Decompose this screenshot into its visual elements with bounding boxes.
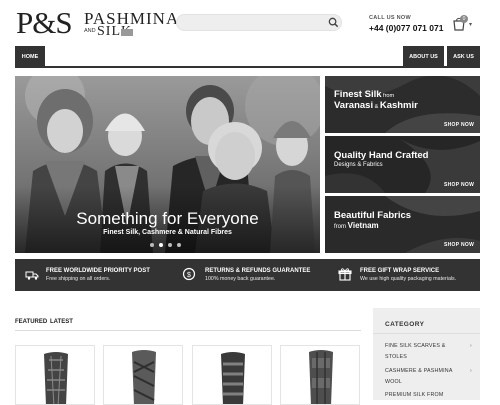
category-divider xyxy=(373,333,480,334)
nav-ask-us[interactable]: ASK US xyxy=(447,46,480,68)
product-card[interactable] xyxy=(15,345,95,405)
promo-from: from xyxy=(334,224,346,230)
feature-title: FREE GIFT WRAP SERVICE xyxy=(360,268,440,274)
product-card[interactable] xyxy=(103,345,183,405)
slider-dot[interactable] xyxy=(150,243,154,247)
chevron-down-icon[interactable]: ▾ xyxy=(469,21,472,28)
svg-text:$: $ xyxy=(187,272,191,279)
category-heading: CATEGORY xyxy=(385,321,425,328)
nav-about-us[interactable]: ABOUT US xyxy=(403,46,444,68)
tabs-divider xyxy=(15,330,361,331)
promo-place: Vietnam xyxy=(347,221,379,230)
shop-now-link[interactable]: SHOP NOW xyxy=(444,242,474,248)
logo-monogram[interactable]: P&S xyxy=(16,6,73,40)
promo-amp: & xyxy=(373,104,380,110)
scarf-product-image xyxy=(221,352,245,404)
promo-title: Beautiful Fabrics xyxy=(334,210,412,221)
shop-now-link[interactable]: SHOP NOW xyxy=(444,182,474,188)
category-item-silk-scarves[interactable]: FINE SILK SCARVES & xyxy=(385,343,446,349)
promo-place-2: Kashmir xyxy=(379,100,418,111)
category-item-premium-silk[interactable]: PREMIUM SILK FROM xyxy=(385,392,443,398)
scarf-product-image xyxy=(44,352,68,404)
scarf-product-image xyxy=(132,350,156,404)
refund-icon: $ xyxy=(182,267,196,281)
promo-title: Finest Silk xyxy=(334,89,382,100)
category-item-cashmere[interactable]: CASHMERE & PASHMINA xyxy=(385,368,453,374)
promo-from: from xyxy=(381,93,395,99)
scarf-product-image xyxy=(309,350,333,404)
product-card[interactable] xyxy=(192,345,272,405)
tab-featured[interactable]: FEATURED xyxy=(15,319,47,325)
chevron-right-icon[interactable]: › xyxy=(470,368,472,374)
call-label: CALL US NOW xyxy=(369,15,412,21)
slider-dot-active[interactable] xyxy=(159,243,163,247)
promo-place: Varanasi xyxy=(334,100,374,111)
slider-dot[interactable] xyxy=(177,243,181,247)
promo-subtitle: Designs & Fabrics xyxy=(334,162,383,168)
feature-title: RETURNS & REFUNDS GUARANTEE xyxy=(205,268,311,274)
logo-and-text: AND xyxy=(84,28,96,34)
hero-subtitle: Finest Silk, Cashmere & Natural Fibres xyxy=(103,229,232,236)
category-item-cashmere-2[interactable]: WOOL xyxy=(385,379,402,385)
search-input[interactable] xyxy=(176,14,342,31)
promo-title: Quality Hand Crafted xyxy=(334,150,429,161)
logo-tag xyxy=(121,29,133,36)
nav-home[interactable]: HOME xyxy=(15,46,45,68)
truck-icon xyxy=(25,271,39,280)
gift-icon xyxy=(338,268,352,281)
features-bar xyxy=(15,259,480,291)
shop-now-link[interactable]: SHOP NOW xyxy=(444,122,474,128)
feature-subtitle: 100% money back guarantee. xyxy=(205,276,276,282)
slider-dot[interactable] xyxy=(168,243,172,247)
phone-number[interactable]: +44 (0)077 071 071 xyxy=(369,23,443,33)
category-item-silk-scarves-2[interactable]: STOLES xyxy=(385,354,407,360)
product-card[interactable] xyxy=(280,345,360,405)
cart-count-badge: 0 xyxy=(460,15,468,23)
search-icon[interactable] xyxy=(327,16,340,29)
tab-latest[interactable]: LATEST xyxy=(50,319,73,325)
feature-title: FREE WORLDWIDE PRIORITY POST xyxy=(46,268,150,274)
chevron-right-icon[interactable]: › xyxy=(470,343,472,349)
feature-subtitle: We use high quality packaging materials. xyxy=(360,276,457,282)
feature-subtitle: Free shipping on all orders. xyxy=(46,276,111,282)
hero-title: Something for Everyone xyxy=(76,209,259,228)
